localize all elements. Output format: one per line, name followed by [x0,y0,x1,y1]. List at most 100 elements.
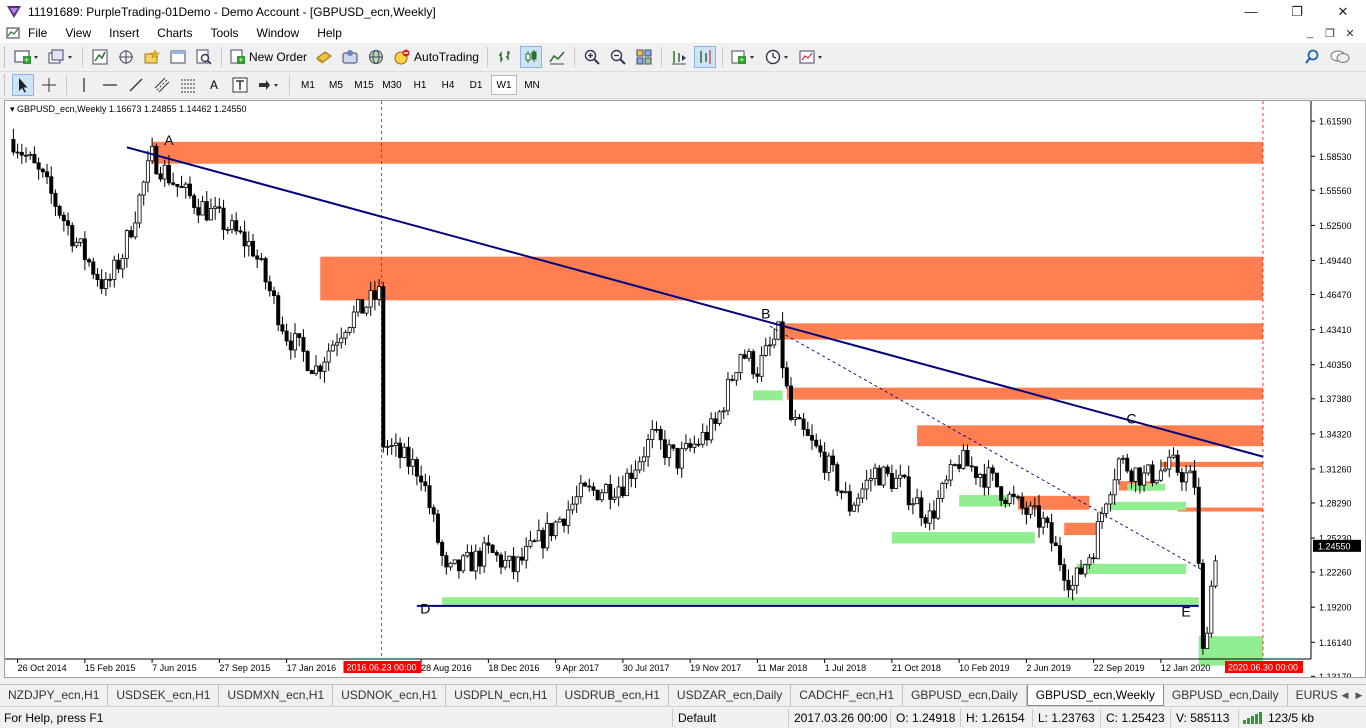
chart-tab[interactable]: GBPUSD_ecn,Daily [903,685,1027,706]
candle-body [267,281,272,292]
arrows-tool-button[interactable] [255,74,283,96]
chart-tab[interactable]: USDRUB_ecn,H1 [557,685,669,706]
menu-window[interactable]: Window [248,23,309,43]
candle-body [885,466,890,474]
chart-tab-active[interactable]: GBPUSD_ecn,Weekly [1026,685,1164,706]
price-tick-label: 1.37380 [1319,394,1352,404]
menu-view[interactable]: View [56,23,100,43]
menu-tools[interactable]: Tools [202,23,248,43]
status-help: For Help, press F1 [4,711,104,725]
connection-bars-icon [1243,712,1262,724]
trendline-tool-button[interactable] [125,74,147,96]
candle-body [1205,632,1210,649]
terminal-button[interactable] [167,46,189,68]
strategy-tester-button[interactable] [193,46,215,68]
candlestick-chart-button[interactable] [519,46,542,68]
timeframe-m15[interactable]: M15 [351,75,377,95]
chart-tab[interactable]: GBPUSD_ecn,Daily [1164,685,1288,706]
tab-scroll-left-icon[interactable]: ◀ [1338,685,1352,706]
profiles-button[interactable] [46,46,76,68]
autoscroll-button[interactable] [693,46,716,68]
crosshair-tool-button[interactable] [38,74,60,96]
candle-body [473,550,478,572]
periods-button[interactable] [763,46,793,68]
timeframe-h1[interactable]: H1 [407,75,433,95]
timeframe-w1[interactable]: W1 [491,75,517,95]
candle-body [528,540,533,547]
price-chart[interactable]: A B C D E 1.61590 1.58530 1.55560 1.52500 1.49440… [5,101,1365,682]
bar-chart-button[interactable] [494,46,516,68]
candle-body [784,367,789,387]
zoom-in-button[interactable] [581,46,603,68]
candle-body [36,162,41,170]
menu-file[interactable]: File [20,23,56,43]
candle-body [32,153,37,164]
toolbar-grip[interactable] [4,47,7,67]
menu-charts[interactable]: Charts [148,23,201,43]
chart-shift-button[interactable] [668,46,690,68]
menu-help[interactable]: Help [308,23,351,43]
fibonacci-tool-button[interactable] [177,74,199,96]
candle-body [1066,579,1071,591]
search-icon[interactable] [1304,49,1320,68]
candle-body [898,474,903,479]
candle-body [923,517,928,524]
equidistant-channel-tool-button[interactable] [151,74,173,96]
signals-button[interactable] [339,46,361,68]
status-divider [1100,709,1101,727]
chart-tab[interactable]: USDNOK_ecn,H1 [333,685,447,706]
candle-body [61,214,66,222]
timeframe-h4[interactable]: H4 [435,75,461,95]
data-window-button[interactable] [115,46,137,68]
chart-tab[interactable]: USDMXN_ecn,H1 [219,685,334,706]
chart-tab[interactable]: NZDJPY_ecn,H1 [0,685,109,706]
candle-body [1095,521,1100,560]
timeframe-m5[interactable]: M5 [323,75,349,95]
candle-body [999,486,1004,501]
templates-button[interactable] [797,46,827,68]
new-chart-button[interactable]: + [12,46,42,68]
text-tool-button[interactable]: A [203,74,225,96]
timeframe-m30[interactable]: M30 [379,75,405,95]
mdi-restore-button[interactable]: ❐ [1320,27,1340,40]
chat-icon[interactable] [1330,49,1350,68]
line-chart-button[interactable] [546,46,568,68]
market-watch-button[interactable] [89,46,111,68]
vertical-line-tool-button[interactable] [73,74,95,96]
candle-body [805,429,810,436]
toolbar-separator [721,47,723,67]
market-button[interactable] [365,46,387,68]
metaeditor-button[interactable] [313,46,335,68]
timeframe-m1[interactable]: M1 [295,75,321,95]
tile-windows-button[interactable] [633,46,655,68]
timeframe-d1[interactable]: D1 [463,75,489,95]
chart-tab[interactable]: USDZAR_ecn,Daily [669,685,792,706]
candle-body [242,231,247,247]
autotrading-button[interactable]: AutoTrading [391,46,481,68]
close-button[interactable]: ✕ [1320,0,1366,23]
toolbar-grip[interactable] [4,75,7,95]
timeframe-mn[interactable]: MN [519,75,545,95]
arrows-icon [259,80,278,90]
horizontal-line-tool-button[interactable] [99,74,121,96]
indicators-button[interactable]: + [729,46,759,68]
candle-body [978,473,983,478]
navigator-button[interactable] [141,46,163,68]
menu-insert[interactable]: Insert [100,23,148,43]
mdi-minimize-button[interactable]: _ [1300,27,1320,39]
chart-tab[interactable]: USDSEK_ecn,H1 [108,685,220,706]
cursor-tool-button[interactable] [12,74,34,96]
tab-scroll-right-icon[interactable]: ▶ [1352,685,1366,706]
mdi-close-button[interactable]: ✕ [1340,27,1360,40]
zoom-out-button[interactable] [607,46,629,68]
minimize-button[interactable]: — [1228,0,1274,23]
collapse-triangle-icon[interactable]: ▾ [10,104,15,114]
candle-body [990,467,995,474]
text-label-tool-button[interactable] [229,74,251,96]
chart-tab[interactable]: CADCHF_ecn,H1 [791,685,903,706]
chart-tab[interactable]: USDPLN_ecn,H1 [446,685,557,706]
chart-window[interactable]: ▾ GBPUSD_ecn,Weekly 1.16673 1.24855 1.14… [4,100,1366,682]
new-order-button[interactable]: + New Order [228,46,309,68]
maximize-button[interactable]: ❐ [1274,0,1320,23]
candle-body [57,206,62,216]
